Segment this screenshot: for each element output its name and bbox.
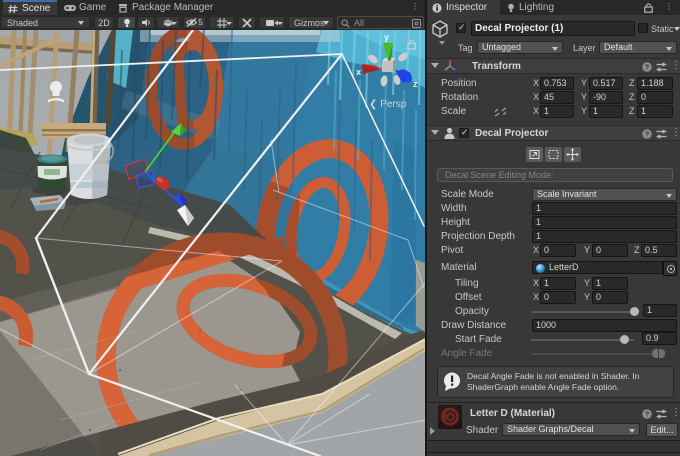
svg-text:x: x bbox=[356, 67, 361, 77]
svg-text:?: ? bbox=[645, 410, 650, 419]
svg-text:?: ? bbox=[645, 130, 650, 139]
svg-text:❮ Persp: ❮ Persp bbox=[369, 99, 407, 110]
svg-text:z: z bbox=[413, 79, 418, 89]
svg-text:y: y bbox=[384, 32, 389, 42]
svg-text:?: ? bbox=[645, 63, 650, 72]
